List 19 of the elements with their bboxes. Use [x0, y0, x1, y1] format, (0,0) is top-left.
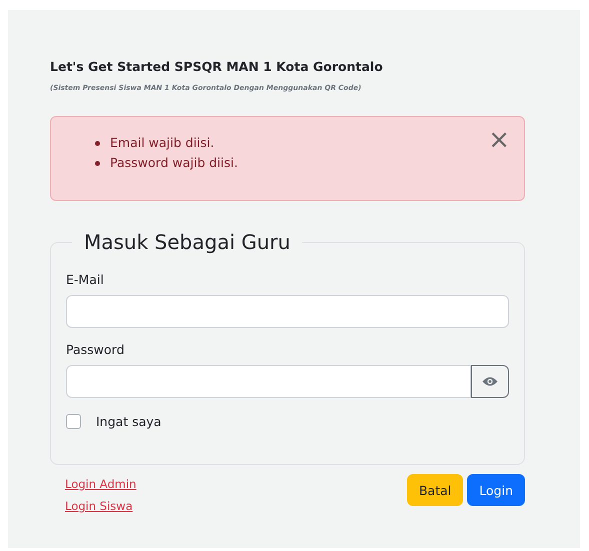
page-title: Let's Get Started SPSQR MAN 1 Kota Gorontalo — [50, 59, 383, 74]
password-field[interactable] — [66, 365, 471, 398]
close-button[interactable]: × — [486, 129, 512, 151]
checkbox-label: Ingat saya — [96, 414, 162, 429]
login-link[interactable]: Login Admin — [65, 477, 136, 491]
login-button[interactable]: Login — [467, 474, 525, 506]
card-legend: Masuk Sebagai Guru — [72, 230, 302, 254]
cancel-button[interactable]: Batal — [406, 474, 464, 506]
field-label: Password — [66, 342, 124, 357]
error-message: Password wajib diisi. — [110, 154, 238, 172]
show-password-button[interactable] — [471, 365, 509, 398]
login-link[interactable]: Login Siswa — [65, 499, 133, 513]
email-field[interactable] — [66, 295, 509, 328]
eye-icon — [482, 376, 498, 387]
error-message: Email wajib diisi. — [110, 134, 214, 152]
remember-checkbox[interactable] — [66, 414, 81, 429]
bullet-icon — [95, 140, 100, 146]
bullet-icon — [95, 160, 100, 166]
field-label: E-Mail — [66, 272, 104, 287]
